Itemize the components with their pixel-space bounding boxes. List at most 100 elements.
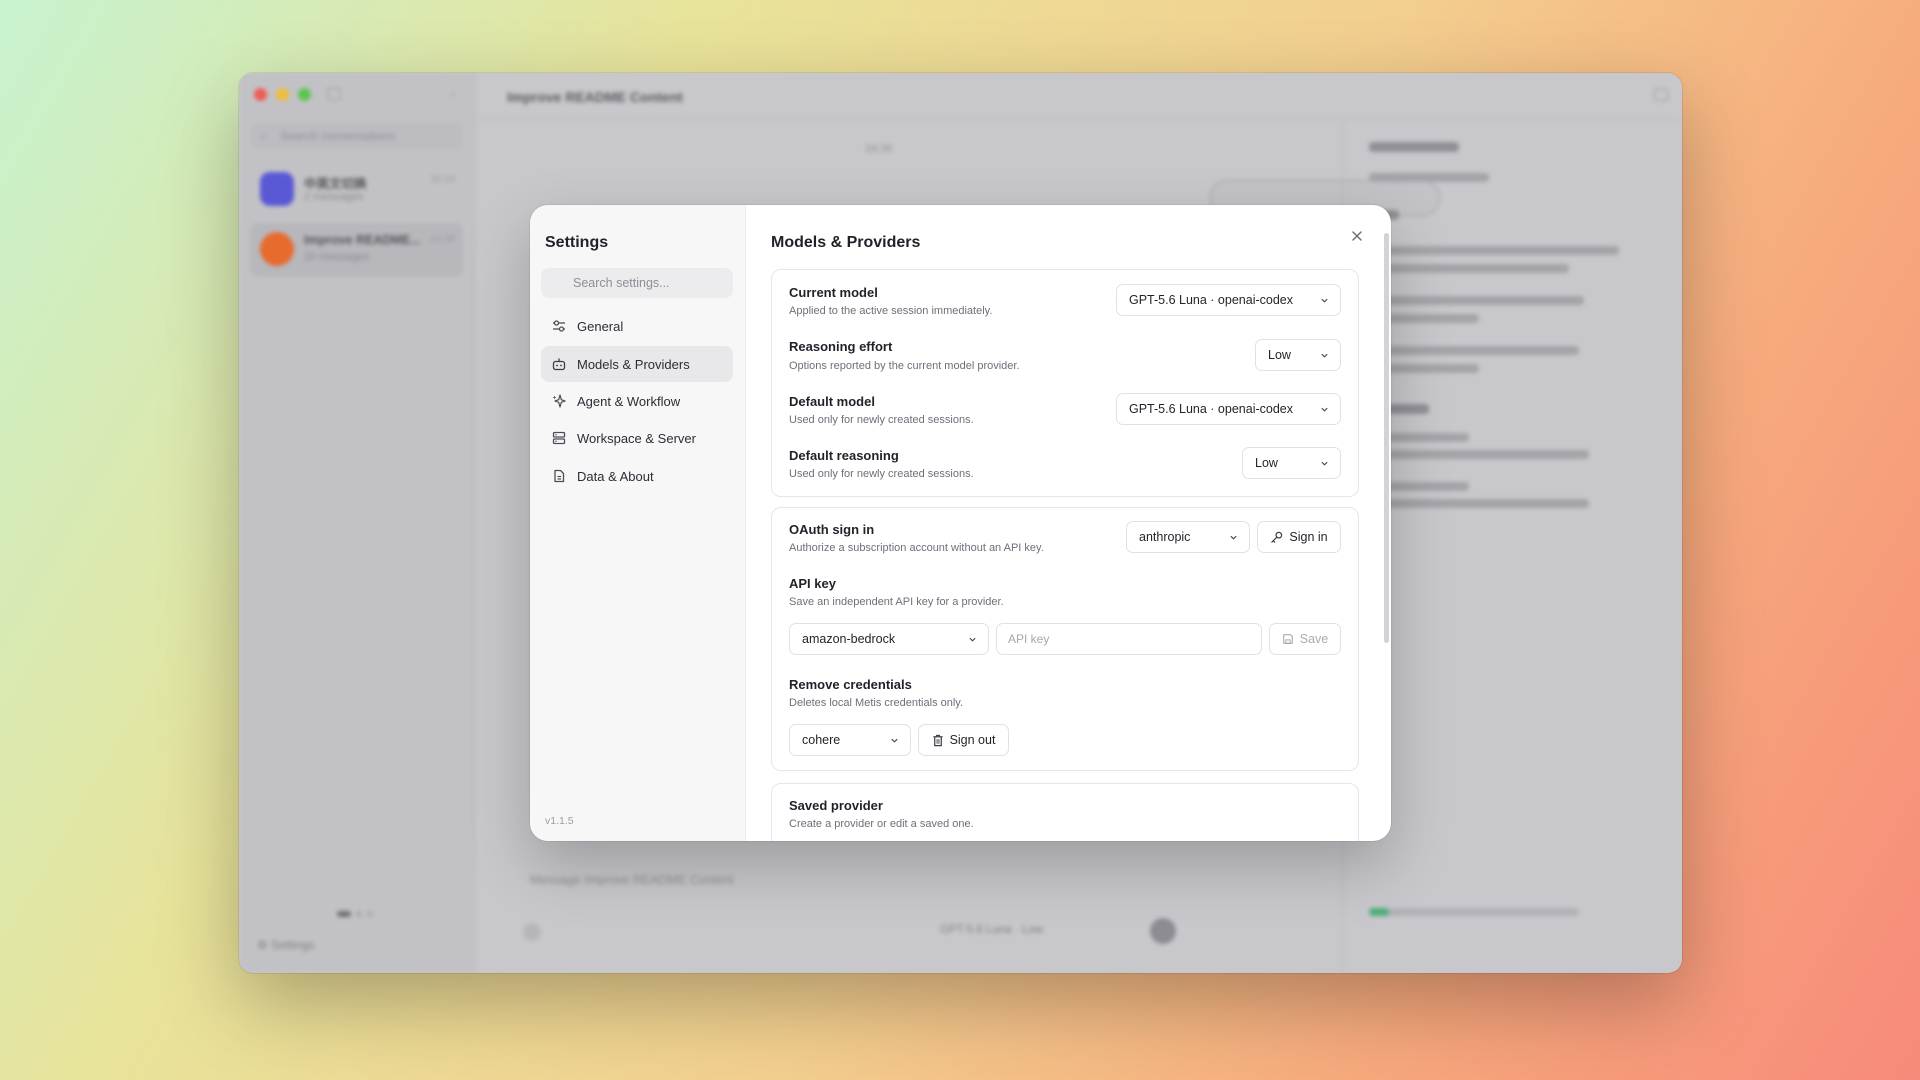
settings-nav: Settings General Models & Providers Agen… xyxy=(530,205,746,841)
chevron-down-icon xyxy=(1230,535,1237,540)
default-reasoning-value: Low xyxy=(1255,456,1278,470)
files-changed-heading xyxy=(1369,142,1459,152)
default-reasoning-select[interactable]: Low xyxy=(1242,447,1341,479)
composer-input[interactable]: Message Improve README Content xyxy=(530,873,734,887)
chevron-down-icon xyxy=(969,637,976,642)
oauth-title: OAuth sign in xyxy=(789,522,875,537)
saved-provider-card: Saved provider Create a provider or edit… xyxy=(771,783,1359,841)
api-key-description: Save an independent API key for a provid… xyxy=(789,596,1004,608)
conversation-subtitle: 2 messages xyxy=(304,191,364,203)
nav-item-label: General xyxy=(577,318,624,334)
trash-icon xyxy=(932,734,943,746)
nav-item-label: Agent & Workflow xyxy=(577,393,681,409)
save-api-key-button[interactable]: Save xyxy=(1269,623,1341,655)
app-sidebar: ‹ ⌕ Search conversations 中英文切换 2 message… xyxy=(239,73,475,973)
chevron-left-icon[interactable]: ‹ xyxy=(451,86,455,101)
reasoning-effort-value: Low xyxy=(1268,348,1291,362)
settings-search-input[interactable] xyxy=(541,268,733,298)
send-button[interactable] xyxy=(1150,918,1176,944)
chat-date: 16:35 xyxy=(865,143,893,155)
panel-toggle-icon[interactable] xyxy=(1654,89,1668,101)
sign-out-label: Sign out xyxy=(949,733,996,747)
current-model-value: GPT-5.6 Luna · openai-codex xyxy=(1129,293,1293,307)
plan-step xyxy=(1369,246,1619,255)
files-note xyxy=(1369,173,1489,182)
agent-row xyxy=(1369,499,1589,508)
sidebar-settings-link[interactable]: ⚙ Settings xyxy=(257,938,314,952)
credentials-card: OAuth sign in Authorize a subscription a… xyxy=(771,507,1359,771)
current-model-select[interactable]: GPT-5.6 Luna · openai-codex xyxy=(1116,284,1341,316)
conversation-title: Improve README... xyxy=(304,233,421,247)
conversation-search[interactable]: ⌕ Search conversations xyxy=(250,123,463,149)
nav-item-agent-workflow[interactable]: Agent & Workflow xyxy=(541,383,733,419)
oauth-provider-select[interactable]: anthropic xyxy=(1126,521,1250,553)
conversation-time: 16:38 xyxy=(429,234,455,245)
chevron-down-icon xyxy=(891,738,898,743)
sparkles-icon xyxy=(551,393,567,409)
right-panel xyxy=(1342,118,1682,973)
usage-progress xyxy=(1369,908,1579,916)
nav-item-general[interactable]: General xyxy=(541,308,733,344)
minimize-window-icon[interactable] xyxy=(276,88,289,101)
chevron-down-icon xyxy=(1321,407,1328,412)
api-key-input[interactable] xyxy=(996,623,1262,655)
plan-step xyxy=(1369,346,1579,355)
zoom-window-icon[interactable] xyxy=(298,88,311,101)
sliders-icon xyxy=(551,318,567,334)
close-icon[interactable] xyxy=(1348,227,1366,245)
scrollbar-thumb[interactable] xyxy=(1384,233,1389,643)
window-title: Improve README Content xyxy=(507,89,683,105)
current-model-title: Current model xyxy=(789,285,878,300)
file-info-icon xyxy=(551,468,567,484)
settings-content: Models & Providers Current model Applied… xyxy=(746,205,1391,841)
reasoning-effort-select[interactable]: Low xyxy=(1255,339,1341,371)
server-icon xyxy=(551,430,567,446)
nav-item-label: Data & About xyxy=(577,468,654,484)
robot-icon xyxy=(551,356,567,372)
api-key-provider-value: amazon-bedrock xyxy=(802,632,896,646)
save-icon xyxy=(1282,634,1293,644)
oauth-description: Authorize a subscription account without… xyxy=(789,542,1044,554)
sign-in-button[interactable]: Sign in xyxy=(1257,521,1341,553)
conversation-item[interactable]: 中英文切换 2 messages 16:24 xyxy=(250,163,463,217)
nav-item-workspace-server[interactable]: Workspace & Server xyxy=(541,420,733,456)
sign-out-button[interactable]: Sign out xyxy=(918,724,1009,756)
chevron-down-icon xyxy=(1321,353,1328,358)
nav-item-data-about[interactable]: Data & About xyxy=(541,458,733,494)
remove-provider-value: cohere xyxy=(802,733,841,747)
saved-provider-description: Create a provider or edit a saved one. xyxy=(789,818,974,830)
oauth-provider-value: anthropic xyxy=(1139,530,1191,544)
app-version: v1.1.5 xyxy=(545,815,574,827)
chevron-down-icon xyxy=(1321,461,1328,466)
conversation-subtitle: 20 messages xyxy=(304,251,370,263)
settings-modal: Settings General Models & Providers Agen… xyxy=(530,205,1391,841)
reasoning-effort-title: Reasoning effort xyxy=(789,339,893,354)
composer-model-select[interactable]: GPT-5.6 Luna · Low xyxy=(940,924,1043,936)
sidebar-toggle-icon[interactable] xyxy=(327,88,341,100)
conversation-title: 中英文切换 xyxy=(304,177,367,191)
avatar xyxy=(260,232,294,266)
sign-in-label: Sign in xyxy=(1289,530,1328,544)
attach-icon[interactable] xyxy=(523,923,541,941)
nav-item-models-providers[interactable]: Models & Providers xyxy=(541,346,733,382)
nav-item-label: Workspace & Server xyxy=(577,430,696,446)
default-reasoning-title: Default reasoning xyxy=(789,448,899,463)
chevron-down-icon xyxy=(1321,298,1328,303)
remove-provider-select[interactable]: cohere xyxy=(789,724,911,756)
default-model-value: GPT-5.6 Luna · openai-codex xyxy=(1129,402,1293,416)
conversation-item-active[interactable]: Improve README... 20 messages 16:38 xyxy=(250,223,463,277)
default-model-title: Default model xyxy=(789,394,875,409)
save-label: Save xyxy=(1299,632,1329,646)
settings-title: Settings xyxy=(545,234,609,251)
plan-step xyxy=(1369,296,1584,305)
default-model-select[interactable]: GPT-5.6 Luna · openai-codex xyxy=(1116,393,1341,425)
page-title: Models & Providers xyxy=(771,234,921,251)
close-window-icon[interactable] xyxy=(254,88,267,101)
model-settings-card: Current model Applied to the active sess… xyxy=(771,269,1359,497)
page-indicator xyxy=(337,911,373,917)
conversation-search-placeholder: Search conversations xyxy=(280,129,396,143)
default-model-description: Used only for newly created sessions. xyxy=(789,414,974,426)
agent-row xyxy=(1369,450,1589,459)
plan-step xyxy=(1369,264,1569,273)
api-key-provider-select[interactable]: amazon-bedrock xyxy=(789,623,989,655)
